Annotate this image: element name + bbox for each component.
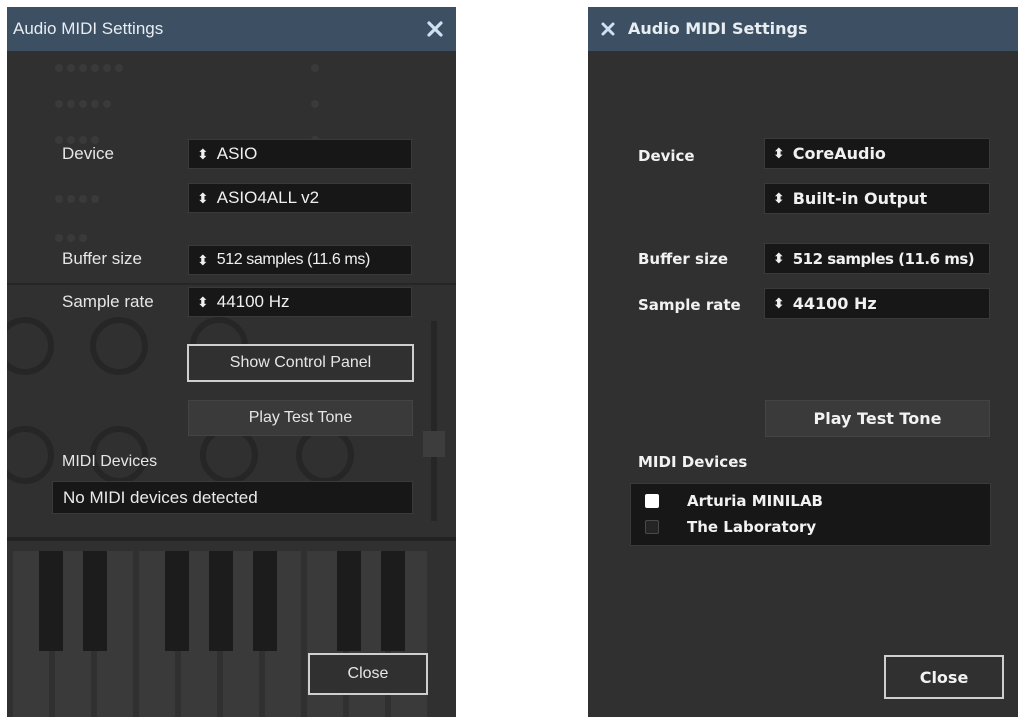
driver-select[interactable]: ⬍ ASIO4ALL v2 [188, 183, 412, 213]
midi-device-item[interactable]: Arturia MINILAB [631, 488, 990, 514]
midi-devices-label: MIDI Devices [62, 453, 158, 470]
device-select[interactable]: ⬍ CoreAudio [764, 138, 990, 169]
select-arrows-icon: ⬍ [197, 293, 209, 310]
select-arrows-icon: ⬍ [773, 190, 785, 207]
sample-rate-select[interactable]: ⬍ 44100 Hz [188, 287, 412, 317]
window-title: Audio MIDI Settings [13, 19, 164, 38]
select-arrows-icon: ⬍ [197, 189, 209, 206]
midi-devices-list: No MIDI devices detected [52, 481, 413, 514]
close-icon[interactable] [420, 14, 450, 44]
close-icon[interactable] [594, 14, 624, 44]
device-label: Device [62, 144, 114, 163]
play-test-tone-button[interactable]: Play Test Tone [188, 400, 413, 436]
title-bar: Audio MIDI Settings [588, 7, 1018, 51]
sample-rate-label: Sample rate [638, 296, 741, 314]
close-button[interactable]: Close [308, 653, 428, 695]
no-midi-devices-message: No MIDI devices detected [63, 488, 258, 507]
device-label: Device [638, 147, 695, 165]
window-title: Audio MIDI Settings [628, 19, 808, 38]
play-test-tone-button[interactable]: Play Test Tone [765, 400, 990, 437]
midi-device-item[interactable]: The Laboratory [631, 514, 990, 540]
device-select[interactable]: ⬍ ASIO [188, 139, 412, 169]
select-arrows-icon: ⬍ [773, 250, 785, 267]
title-bar: Audio MIDI Settings [7, 7, 456, 51]
midi-devices-list: Arturia MINILAB The Laboratory [630, 483, 991, 546]
buffer-size-label: Buffer size [62, 249, 143, 268]
show-control-panel-button[interactable]: Show Control Panel [187, 344, 414, 382]
sample-rate-label: Sample rate [62, 292, 154, 311]
midi-devices-label: MIDI Devices [638, 453, 748, 471]
close-button[interactable]: Close [884, 655, 1004, 699]
sample-rate-select[interactable]: ⬍ 44100 Hz [764, 288, 990, 319]
output-select[interactable]: ⬍ Built-in Output [764, 183, 990, 214]
select-arrows-icon: ⬍ [773, 295, 785, 312]
buffer-size-select[interactable]: ⬍ 512 samples (11.6 ms) [188, 245, 412, 275]
buffer-size-label: Buffer size [638, 250, 729, 268]
buffer-size-select[interactable]: ⬍ 512 samples (11.6 ms) [764, 243, 990, 274]
checkbox-unchecked[interactable] [645, 520, 659, 534]
select-arrows-icon: ⬍ [197, 251, 209, 268]
audio-midi-settings-window-right: Audio MIDI Settings Device ⬍ CoreAudio ⬍ B… [588, 7, 1018, 717]
select-arrows-icon: ⬍ [197, 145, 209, 162]
checkbox-checked[interactable] [645, 494, 659, 508]
select-arrows-icon: ⬍ [773, 145, 785, 162]
audio-midi-settings-window-left: Audio MIDI Settings Device ⬍ ASIO ⬍ ASIO… [7, 7, 456, 717]
